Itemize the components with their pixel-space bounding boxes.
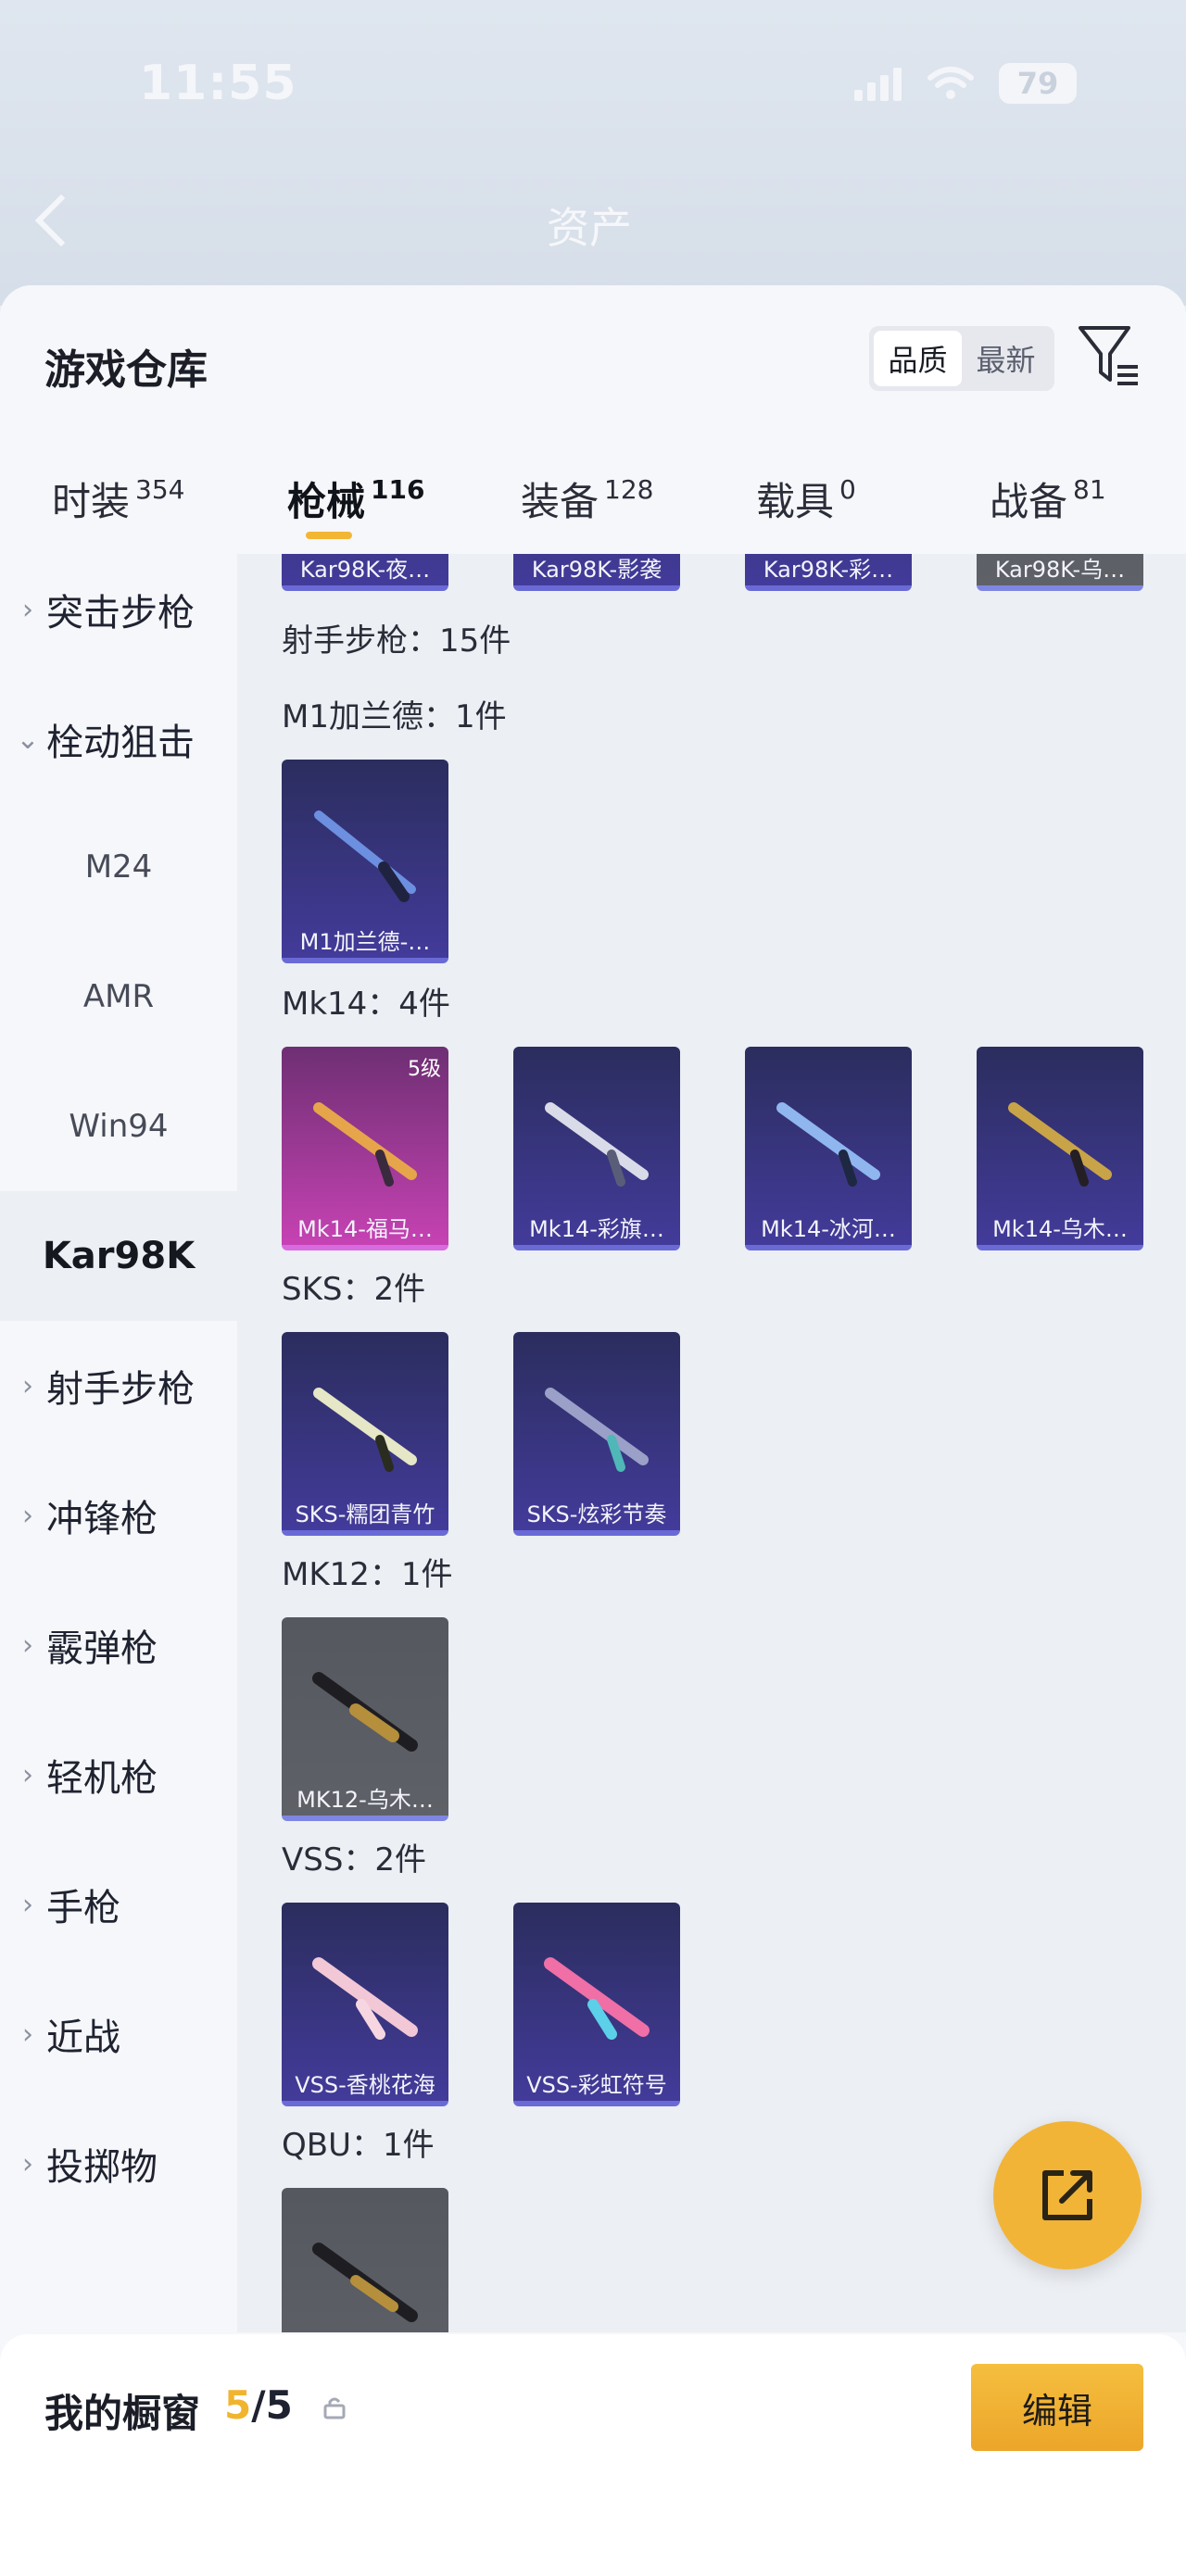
share-icon [1042,2170,1092,2220]
sidebar-item-kar98k[interactable]: Kar98K [0,1191,237,1321]
skin-card[interactable]: Mk14-乌木… [977,1047,1143,1250]
tab-gear[interactable]: 装备 128 [521,471,653,527]
sidebar-item-smg[interactable]: › 冲锋枪 [0,1460,237,1571]
skin-card[interactable] [282,2188,448,2332]
rifle-icon [313,1388,417,1472]
sidebar-item-bolt-sniper[interactable]: ⌄ 栓动狙击 [0,684,237,795]
sheet-title: 游戏仓库 [44,346,208,394]
sidebar-item-pistol[interactable]: › 手枪 [0,1849,237,1960]
tab-vehicles[interactable]: 载具 0 [756,471,856,527]
skin-card[interactable]: MK12-乌木… [282,1617,448,1821]
lock-icon [323,2397,346,2419]
chevron-right-icon: › [22,1499,33,1532]
skin-card[interactable]: SKS-炫彩节奏 [513,1332,680,1536]
sort-quality-button[interactable]: 品质 [874,331,962,386]
status-time: 11:55 [139,56,297,111]
tab-weapons[interactable]: 枪械 116 [287,471,424,527]
skin-card[interactable]: Kar98K-夜… [282,554,448,591]
chevron-right-icon: › [22,1888,33,1921]
sidebar-item-throwable[interactable]: › 投掷物 [0,2108,237,2219]
skin-card[interactable]: VSS-彩虹符号 [513,1903,680,2106]
sheet-header: 游戏仓库 品质 最新 时装 354 枪械 116 装备 128 载具 0 战备 81 [0,285,1186,554]
chevron-down-icon: ⌄ [16,723,40,756]
rifle-icon [545,1388,649,1472]
skin-card[interactable]: Kar98K-影袭 [513,554,680,591]
section-title: M1加兰德：1件 [282,698,507,735]
section-title: 射手步枪：15件 [282,622,511,660]
chevron-right-icon: › [22,2147,33,2180]
section-title: SKS：2件 [282,1271,426,1308]
chevron-right-icon: › [22,1369,33,1402]
page-title: 资产 [547,203,632,253]
skin-card[interactable]: 5级 Mk14-福马… [282,1047,448,1250]
chevron-right-icon: › [22,1628,33,1662]
section-title: QBU：1件 [282,2127,435,2164]
tab-supplies[interactable]: 战备 81 [990,471,1106,527]
signal-icon [854,66,902,101]
rifle-icon [312,1672,418,1752]
sidebar-item-m24[interactable]: M24 [0,811,237,923]
sidebar-item-amr[interactable]: AMR [0,941,237,1052]
tab-fashion[interactable]: 时装 354 [52,471,184,527]
rifle-icon [312,1957,418,2040]
sidebar-item-melee[interactable]: › 近战 [0,1979,237,2090]
category-tabs: 时装 354 枪械 116 装备 128 载具 0 战备 81 [0,471,1186,554]
status-bar: 11:55 79 [0,0,1186,120]
warehouse-sheet: 游戏仓库 品质 最新 时装 354 枪械 116 装备 128 载具 0 战备 81 › 突… [0,285,1186,2576]
skin-card[interactable]: SKS-糯团青竹 [282,1332,448,1536]
sort-newest-button[interactable]: 最新 [962,331,1050,386]
showcase-count: 5/5 [224,2382,293,2428]
weapon-grid: Kar98K-夜… Kar98K-影袭 Kar98K-彩… Kar98K-乌… … [237,554,1186,2332]
rifle-icon [776,1102,880,1187]
rifle-icon [545,1102,649,1187]
sidebar-item-assault-rifle[interactable]: › 突击步枪 [0,554,237,665]
chevron-right-icon: › [22,2017,33,2051]
section-title: Mk14：4件 [282,986,450,1023]
rifle-icon [313,1102,417,1187]
chevron-right-icon: › [22,593,33,626]
rifle-icon [312,2243,418,2322]
sort-toggle: 品质 最新 [869,326,1054,391]
status-area: 11:55 79 资产 [0,0,1186,306]
showcase-label: 我的橱窗 [44,2391,201,2436]
sidebar-item-win94[interactable]: Win94 [0,1071,237,1182]
showcase-bar: 我的橱窗 5/5 编辑 [0,2334,1186,2576]
wifi-icon [927,67,974,99]
active-tab-indicator [306,532,352,539]
skin-card[interactable]: VSS-香桃花海 [282,1903,448,2106]
sidebar-item-lmg[interactable]: › 轻机枪 [0,1719,237,1830]
rifle-icon [544,1957,650,2040]
skin-card[interactable]: M1加兰德-… [282,760,448,963]
chevron-right-icon: › [22,1758,33,1791]
skin-card[interactable]: Mk14-彩旗… [513,1047,680,1250]
weapon-sidebar: › 突击步枪 ⌄ 栓动狙击 M24 AMR Win94 Kar98K › 射手步枪 ›… [0,554,237,2332]
back-icon[interactable] [34,194,88,247]
sidebar-item-marksman[interactable]: › 射手步枪 [0,1330,237,1441]
section-title: MK12：1件 [282,1556,453,1593]
rifle-icon [1008,1102,1112,1187]
skin-card[interactable]: Mk14-冰河… [745,1047,912,1250]
sidebar-item-shotgun[interactable]: › 霰弹枪 [0,1590,237,1701]
battery-icon: 79 [999,63,1077,104]
skin-card[interactable]: Kar98K-彩… [745,554,912,591]
status-icons: 79 [854,63,1077,104]
edit-button[interactable]: 编辑 [971,2364,1143,2451]
share-button[interactable] [993,2121,1142,2269]
rifle-icon [314,810,416,902]
skin-card[interactable]: Kar98K-乌… [977,554,1143,591]
section-title: VSS：2件 [282,1841,427,1879]
filter-icon[interactable] [1077,322,1142,389]
